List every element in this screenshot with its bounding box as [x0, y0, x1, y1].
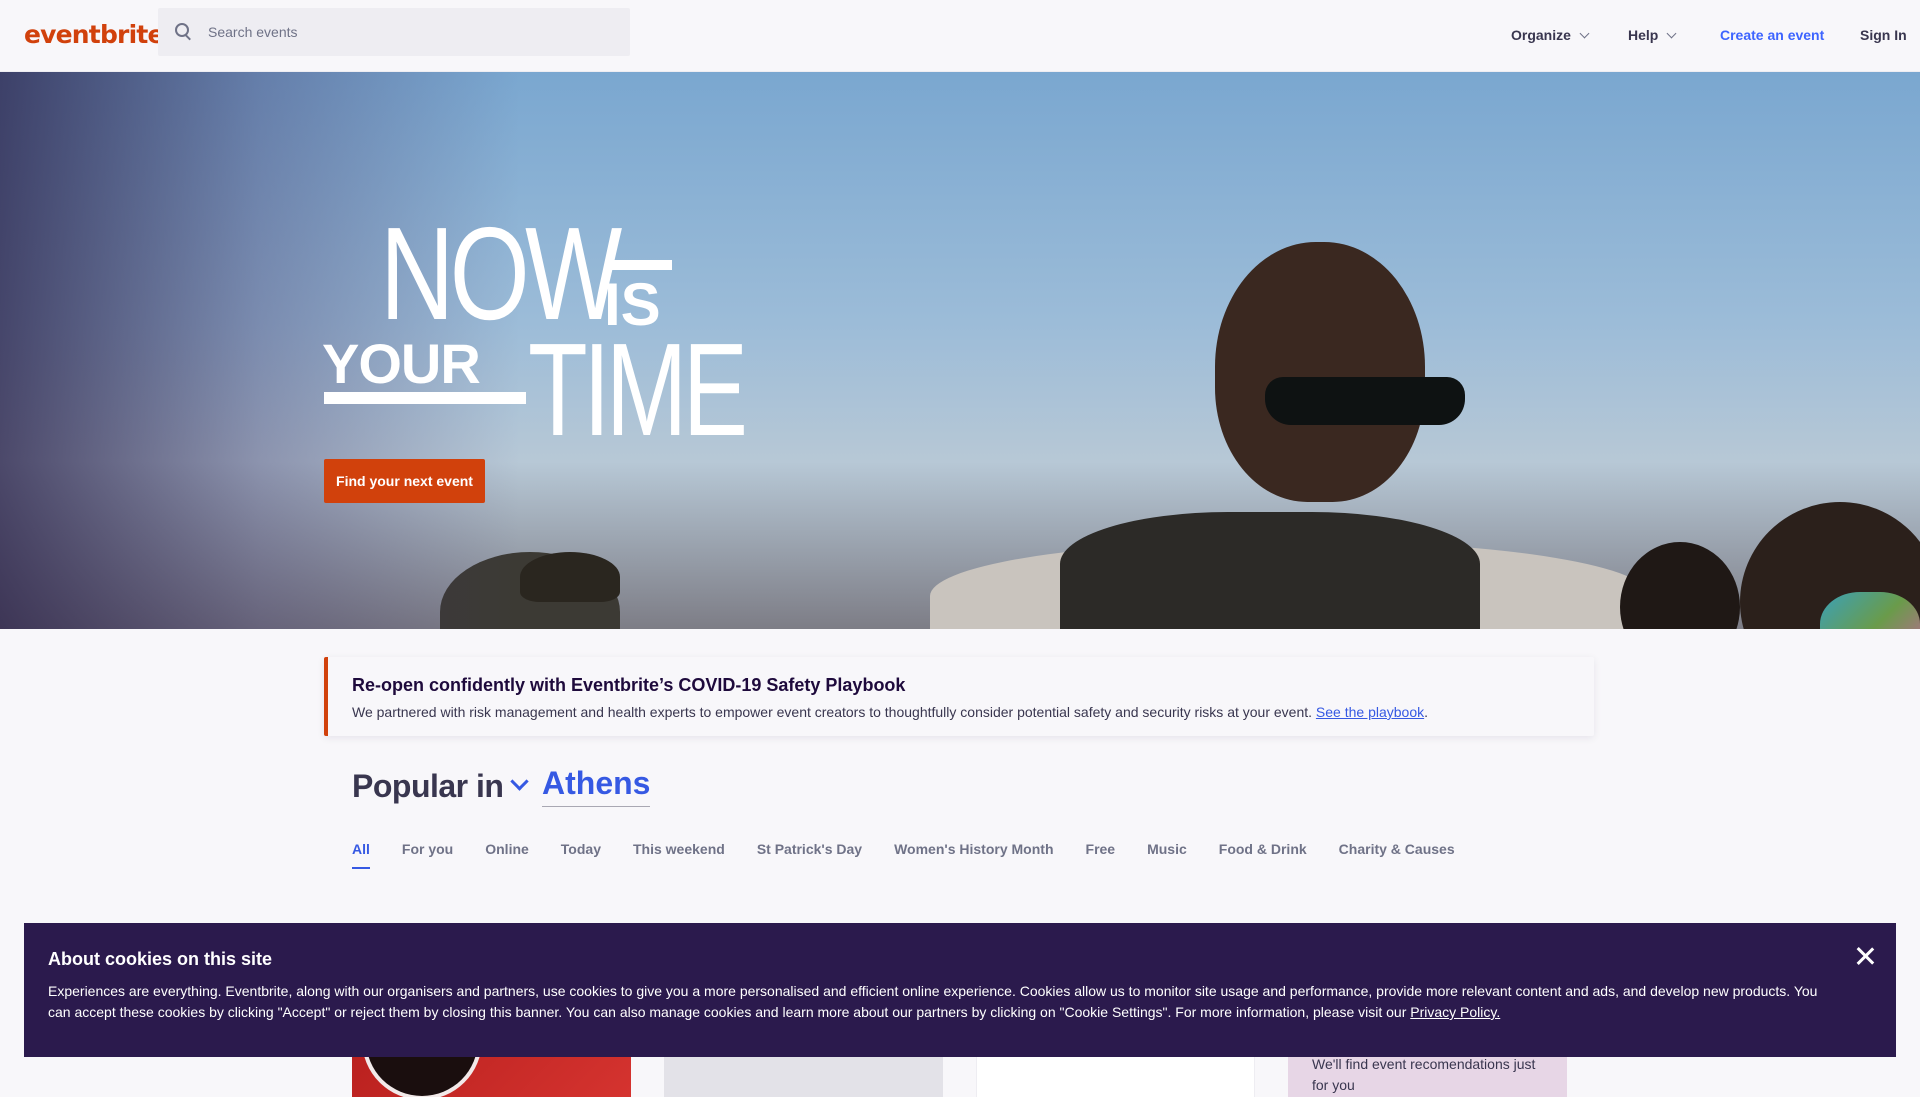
tab-this-weekend[interactable]: This weekend: [633, 841, 725, 869]
tab-charity-causes[interactable]: Charity & Causes: [1339, 841, 1455, 869]
eventbrite-logo[interactable]: eventbrite: [24, 20, 164, 49]
find-next-event-button[interactable]: Find your next event: [324, 459, 485, 503]
cookie-body: Experiences are everything. Eventbrite, …: [48, 981, 1838, 1023]
close-icon[interactable]: [1855, 946, 1875, 966]
notice-title: Re-open confidently with Eventbrite’s CO…: [352, 675, 906, 695]
hero-title-time: TIME: [528, 316, 748, 463]
organize-menu[interactable]: Organize: [1511, 27, 1590, 43]
help-label: Help: [1628, 27, 1659, 43]
hero-cap: [520, 552, 620, 602]
notice-body: We partnered with risk management and he…: [352, 704, 1428, 720]
popular-in-label: Popular in: [352, 768, 504, 804]
create-event-link[interactable]: Create an event: [1720, 27, 1824, 43]
notice-body-end: .: [1424, 704, 1429, 720]
notice-body-text: We partnered with risk management and he…: [352, 704, 1316, 720]
category-tabs: All For you Online Today This weekend St…: [352, 841, 1455, 869]
top-header: eventbrite Organize Help Create an event…: [0, 0, 1920, 72]
help-menu[interactable]: Help: [1628, 27, 1677, 43]
tab-st-patricks-day[interactable]: St Patrick's Day: [757, 841, 862, 869]
tab-food-drink[interactable]: Food & Drink: [1219, 841, 1307, 869]
privacy-policy-link[interactable]: Privacy Policy.: [1410, 1004, 1500, 1020]
hero-title-your-bar: [324, 392, 526, 404]
chevron-down-icon[interactable]: [510, 775, 528, 793]
cookie-banner: About cookies on this site Experiences a…: [24, 923, 1896, 1057]
tab-all[interactable]: All: [352, 841, 370, 869]
recommendation-text: We'll find event recomendations just for…: [1312, 1056, 1536, 1093]
chevron-down-icon: [1666, 28, 1677, 39]
hero-title: NOW IS YOUR TIME: [322, 200, 762, 463]
hero-title-is-bar: [606, 260, 672, 270]
tab-free[interactable]: Free: [1086, 841, 1116, 869]
sign-in-link[interactable]: Sign In: [1860, 27, 1907, 43]
search-icon: [174, 22, 194, 42]
tab-online[interactable]: Online: [485, 841, 529, 869]
search-bar[interactable]: [158, 8, 630, 56]
cookie-title: About cookies on this site: [48, 949, 273, 969]
hero-person-right-2: [1620, 542, 1740, 629]
hero-person-head: [1215, 242, 1425, 502]
search-input[interactable]: [208, 24, 608, 40]
hero-banner: [0, 72, 1920, 629]
hero-title-now: NOW: [380, 200, 622, 347]
city-selector[interactable]: Athens: [542, 765, 651, 807]
hero-sunglasses: [1265, 377, 1465, 425]
cookie-body-text: Experiences are everything. Eventbrite, …: [48, 983, 1818, 1020]
tab-for-you[interactable]: For you: [402, 841, 453, 869]
hero-scarf: [1060, 512, 1480, 629]
hero-title-your: YOUR: [322, 332, 481, 395]
covid-notice: Re-open confidently with Eventbrite’s CO…: [324, 657, 1594, 736]
tab-womens-history-month[interactable]: Women's History Month: [894, 841, 1053, 869]
organize-label: Organize: [1511, 27, 1571, 43]
tab-music[interactable]: Music: [1147, 841, 1187, 869]
see-playbook-link[interactable]: See the playbook: [1316, 704, 1424, 720]
chevron-down-icon: [1579, 28, 1590, 39]
tab-today[interactable]: Today: [561, 841, 601, 869]
